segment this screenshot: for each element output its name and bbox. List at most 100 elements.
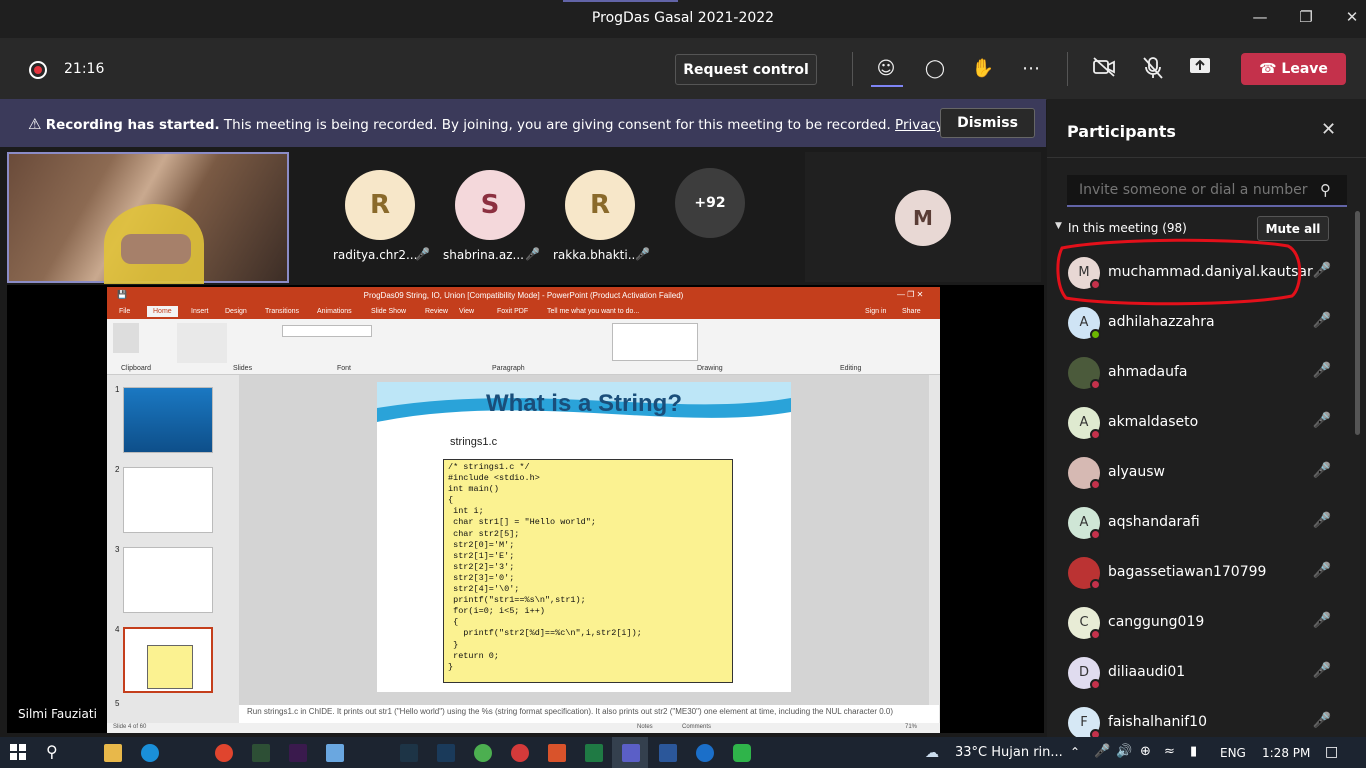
search-icon[interactable]: ⚲ bbox=[1320, 181, 1331, 199]
volume-icon[interactable]: 🔊 bbox=[1116, 744, 1132, 759]
mic-off-icon[interactable]: 🎤 bbox=[1312, 511, 1332, 533]
avatar[interactable]: R bbox=[565, 170, 635, 240]
status-badge bbox=[1090, 579, 1101, 590]
participants-icon[interactable]: ☺ bbox=[873, 56, 899, 82]
teams-icon[interactable] bbox=[622, 744, 640, 762]
participant-row[interactable]: bagassetiawan170799 🎤 bbox=[1060, 547, 1350, 597]
window-title: ProgDas Gasal 2021-2022 bbox=[591, 10, 775, 26]
weather-icon: ☁ bbox=[925, 745, 939, 761]
thumb-number: 4 bbox=[115, 625, 120, 634]
ie-icon[interactable] bbox=[696, 744, 714, 762]
close-icon[interactable]: ✕ bbox=[1321, 119, 1336, 140]
raise-hand-icon[interactable]: ✋ bbox=[970, 56, 996, 82]
mic-off-icon[interactable]: 🎤 bbox=[1312, 261, 1332, 283]
search-icon[interactable]: ⚲ bbox=[46, 742, 58, 761]
request-control-button[interactable]: Request control bbox=[675, 54, 817, 85]
mic-off-icon[interactable]: 🎤 bbox=[1312, 661, 1332, 683]
font-box bbox=[282, 325, 372, 337]
participant-name: rakka.bhakti... bbox=[553, 248, 640, 262]
participant-row[interactable]: D diliaaudi01 🎤 bbox=[1060, 647, 1350, 697]
ppt-tab: View bbox=[459, 308, 475, 315]
avatar[interactable]: R bbox=[345, 170, 415, 240]
language-indicator[interactable]: ENG bbox=[1220, 746, 1246, 760]
powerpoint-window: ProgDas09 String, IO, Union [Compatibili… bbox=[107, 287, 940, 733]
notepad-icon[interactable] bbox=[326, 744, 344, 762]
tray-chevron-icon[interactable]: ⌃ bbox=[1070, 745, 1080, 759]
mic-off-icon[interactable]: 🎤 bbox=[1312, 611, 1332, 633]
annotation-circle bbox=[1056, 238, 1302, 306]
mic-off-icon[interactable]: 🎤 bbox=[1312, 561, 1332, 583]
clock[interactable]: 1:28 PM bbox=[1262, 746, 1310, 760]
participant-row[interactable]: C canggung019 🎤 bbox=[1060, 597, 1350, 647]
battery-icon[interactable]: ▮ bbox=[1190, 744, 1197, 759]
scrollbar[interactable] bbox=[1355, 211, 1360, 435]
word-icon[interactable] bbox=[659, 744, 677, 762]
participant-name: adhilahazzahra bbox=[1108, 314, 1215, 330]
location-icon[interactable]: ⊕ bbox=[1140, 744, 1151, 759]
slide-thumb bbox=[123, 467, 213, 533]
recording-banner: ⚠ Recording has started. This meeting is… bbox=[0, 99, 1046, 147]
premiere-icon[interactable] bbox=[289, 744, 307, 762]
notification-icon[interactable]: □ bbox=[1325, 744, 1338, 760]
recording-icon bbox=[29, 61, 47, 79]
wifi-icon[interactable]: ≈ bbox=[1164, 744, 1175, 759]
participant-name: shabrina.az... bbox=[443, 248, 524, 262]
mic-off-icon[interactable]: 🎤 bbox=[1312, 461, 1332, 483]
line-icon[interactable] bbox=[733, 744, 751, 762]
mic-off-icon[interactable] bbox=[1140, 56, 1166, 82]
participant-row[interactable]: A akmaldaseto 🎤 bbox=[1060, 397, 1350, 447]
slide-counter: Slide 4 of 60 bbox=[113, 724, 147, 730]
dismiss-button[interactable]: Dismiss bbox=[940, 108, 1035, 138]
notes-button: Notes bbox=[637, 724, 653, 730]
camera-off-icon[interactable] bbox=[1091, 56, 1117, 82]
excel-icon[interactable] bbox=[585, 744, 603, 762]
banner-message: This meeting is being recorded. By joini… bbox=[219, 117, 896, 133]
tray-mic-icon[interactable]: 🎤 bbox=[1094, 744, 1110, 759]
thumb-number: 1 bbox=[115, 385, 120, 394]
participant-row[interactable]: A aqshandarafi 🎤 bbox=[1060, 497, 1350, 547]
participant-row[interactable]: alyausw 🎤 bbox=[1060, 447, 1350, 497]
share-screen-icon[interactable] bbox=[1187, 56, 1213, 82]
edge-icon[interactable] bbox=[141, 744, 159, 762]
windows-start-icon[interactable] bbox=[10, 744, 26, 760]
ppt-tab: File bbox=[119, 308, 131, 315]
close-window-icon[interactable]: ✕ bbox=[1340, 8, 1364, 30]
participant-tile[interactable]: M bbox=[805, 152, 1041, 282]
minimize-icon[interactable]: — bbox=[1248, 8, 1272, 30]
chevron-down-icon[interactable]: ▼ bbox=[1055, 221, 1062, 231]
lightroom-icon[interactable] bbox=[400, 744, 418, 762]
leave-button[interactable]: ☎ Leave bbox=[1241, 53, 1346, 85]
speaker-notes: Run strings1.c in ChIDE. It prints out s… bbox=[239, 705, 939, 723]
title-accent bbox=[563, 0, 678, 2]
mic-off-icon[interactable]: 🎤 bbox=[1312, 411, 1332, 433]
active-indicator bbox=[871, 85, 903, 87]
file-explorer-icon[interactable] bbox=[104, 744, 122, 762]
mic-off-icon[interactable]: 🎤 bbox=[1312, 361, 1332, 383]
utorrent-icon[interactable] bbox=[474, 744, 492, 762]
leave-label: Leave bbox=[1281, 61, 1328, 77]
invite-input[interactable] bbox=[1067, 175, 1347, 207]
audition-icon[interactable] bbox=[252, 744, 270, 762]
overflow-count[interactable]: +92 bbox=[675, 168, 745, 238]
acrobat-icon[interactable] bbox=[548, 744, 566, 762]
mic-off-icon: 🎤 bbox=[525, 247, 540, 261]
participant-row[interactable]: F faishalhanif10 🎤 bbox=[1060, 697, 1350, 737]
mic-off-icon[interactable]: 🎤 bbox=[1312, 711, 1332, 733]
zoom-level: 71% bbox=[905, 724, 918, 730]
more-actions-icon[interactable]: ⋯ bbox=[1018, 56, 1044, 82]
chrome-icon[interactable] bbox=[215, 744, 233, 762]
avatar[interactable]: S bbox=[455, 170, 525, 240]
status-badge bbox=[1090, 629, 1101, 640]
save-icon: 💾 bbox=[117, 290, 127, 299]
media-player-icon[interactable] bbox=[511, 744, 529, 762]
in-meeting-header[interactable]: In this meeting (98) bbox=[1068, 221, 1187, 235]
ppt-tab: Tell me what you want to do... bbox=[547, 308, 640, 315]
self-video[interactable] bbox=[7, 152, 289, 284]
maximize-icon[interactable]: ❐ bbox=[1294, 8, 1318, 30]
photoshop-icon[interactable] bbox=[437, 744, 455, 762]
chat-icon[interactable]: ◯ bbox=[922, 56, 948, 82]
mic-off-icon[interactable]: 🎤 bbox=[1312, 311, 1332, 333]
participant-row[interactable]: ahmadaufa 🎤 bbox=[1060, 347, 1350, 397]
weather-text[interactable]: 33°C Hujan rin... bbox=[955, 745, 1063, 760]
thumb-number: 2 bbox=[115, 465, 120, 474]
